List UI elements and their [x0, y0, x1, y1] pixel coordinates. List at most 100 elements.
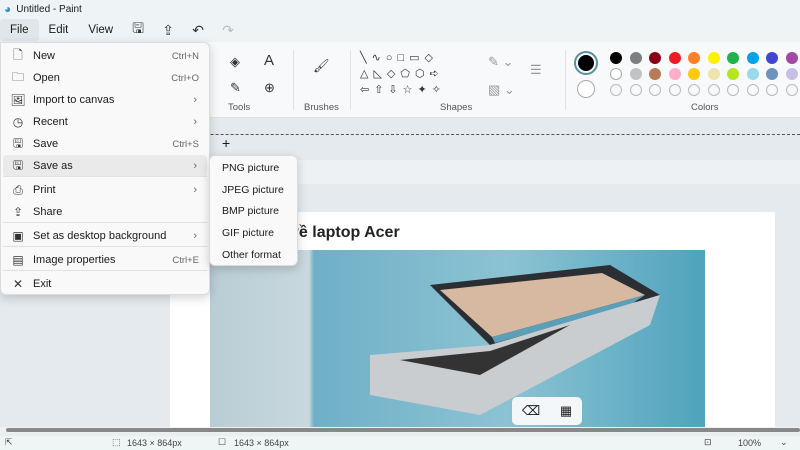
- share-icon[interactable]: ⇪: [153, 22, 183, 39]
- chevron-right-icon: ›: [193, 94, 197, 106]
- menu-file[interactable]: File: [0, 19, 39, 41]
- menu-item-label: Share: [33, 206, 63, 218]
- save-as-gif-picture[interactable]: GIF picture: [222, 222, 274, 244]
- file-menu-item-recent[interactable]: ◷ Recent ›: [3, 111, 207, 133]
- color-swatch[interactable]: [727, 68, 739, 80]
- file-menu-item-save[interactable]: 🖫 Save Ctrl+S: [3, 133, 207, 155]
- eraser-icon[interactable]: ⌫: [522, 403, 540, 419]
- exit-icon: ✕: [12, 277, 24, 291]
- color-swatch[interactable]: [727, 52, 739, 64]
- color-swatch[interactable]: [610, 68, 622, 80]
- color-swatch[interactable]: [707, 52, 720, 64]
- pointer-icon: ⇱: [5, 437, 13, 447]
- color-swatch[interactable]: [649, 52, 661, 64]
- outline-icon[interactable]: ✎ ⌄: [488, 54, 513, 70]
- share-icon: ⇪: [12, 205, 24, 219]
- color-swatch[interactable]: [629, 52, 642, 64]
- zoom-select[interactable]: 100%: [738, 438, 761, 448]
- save-as-bmp-picture[interactable]: BMP picture: [222, 200, 279, 222]
- save-icon[interactable]: 🖫: [123, 18, 153, 42]
- color-swatch[interactable]: [668, 68, 681, 80]
- shortcut-label: Ctrl+N: [171, 50, 199, 62]
- file-menu-item-open[interactable]: 🗀 Open Ctrl+O: [3, 67, 207, 89]
- add-tab-button[interactable]: +: [222, 135, 230, 151]
- brush-icon[interactable]: 🖌: [313, 58, 330, 74]
- secondary-color[interactable]: [577, 80, 595, 98]
- save-as-other-format[interactable]: Other format: [222, 244, 281, 266]
- text-icon[interactable]: A: [264, 52, 274, 69]
- fill-shape-icon[interactable]: ▧ ⌄: [488, 82, 515, 98]
- save-as-png-picture[interactable]: PNG picture: [222, 157, 279, 179]
- chevron-down-icon[interactable]: ⌄: [780, 437, 788, 448]
- menu-item-label: Image properties: [33, 254, 116, 266]
- color-swatch[interactable]: [688, 84, 700, 96]
- menu-item-label: Set as desktop background: [33, 230, 167, 242]
- color-swatch[interactable]: [610, 84, 622, 96]
- color-swatch[interactable]: [707, 84, 720, 96]
- undo-icon[interactable]: ↶: [183, 22, 213, 39]
- color-swatch[interactable]: [766, 84, 778, 96]
- color-swatch[interactable]: [746, 52, 759, 64]
- redo-icon[interactable]: ↷: [213, 22, 243, 39]
- file-menu-item-set-as-desktop-background[interactable]: ▣ Set as desktop background ›: [3, 225, 207, 247]
- brushes-label: Brushes: [304, 102, 339, 113]
- file-menu: 🗋 New Ctrl+N 🗀 Open Ctrl+O 🖼 Import to canvas › ◷…: [0, 42, 210, 295]
- magnifier-icon[interactable]: ⊕: [264, 80, 275, 96]
- image-properties-icon: ▤: [12, 253, 24, 267]
- color-swatch[interactable]: [766, 52, 778, 64]
- color-swatch[interactable]: [746, 84, 759, 96]
- shapes-label: Shapes: [440, 102, 473, 113]
- color-swatch[interactable]: [649, 68, 661, 80]
- save-icon: 🖫: [12, 135, 24, 150]
- color-swatch[interactable]: [610, 52, 622, 64]
- canvas-size: 1643 × 864px: [234, 438, 289, 448]
- page-heading: về laptop Acer: [290, 224, 400, 241]
- file-menu-item-print[interactable]: ⎙ Print ›: [3, 179, 207, 201]
- color-swatch[interactable]: [785, 84, 798, 96]
- color-swatch[interactable]: [649, 84, 661, 96]
- file-menu-item-share[interactable]: ⇪ Share: [3, 201, 207, 223]
- image-tools-popup: ⌫ ▦: [512, 397, 582, 425]
- file-menu-item-import-to-canvas[interactable]: 🖼 Import to canvas ›: [3, 89, 207, 111]
- color-swatch[interactable]: [746, 68, 759, 80]
- menu-item-label: Import to canvas: [33, 94, 115, 106]
- background-remove-icon[interactable]: ▦: [560, 403, 572, 419]
- color-swatch[interactable]: [785, 52, 798, 64]
- color-swatch[interactable]: [668, 84, 681, 96]
- color-swatch[interactable]: [688, 52, 700, 64]
- shortcut-label: Ctrl+O: [171, 72, 199, 84]
- color-swatch[interactable]: [727, 84, 739, 96]
- color-swatch[interactable]: [707, 68, 720, 80]
- primary-color[interactable]: [574, 51, 598, 75]
- file-menu-item-new[interactable]: 🗋 New Ctrl+N: [3, 45, 207, 67]
- open-folder-icon: 🗀: [11, 69, 24, 84]
- file-menu-item-save-as[interactable]: 🖫 Save as ›: [3, 155, 207, 177]
- color-swatch[interactable]: [629, 84, 642, 96]
- save-as-jpeg-picture[interactable]: JPEG picture: [222, 179, 284, 201]
- shortcut-label: Ctrl+E: [172, 254, 199, 266]
- fill-icon[interactable]: ◈: [230, 54, 240, 70]
- canvas-size-icon: ☐: [218, 437, 227, 447]
- chevron-right-icon: ›: [193, 184, 197, 196]
- menu-item-label: New: [33, 50, 56, 62]
- color-swatch[interactable]: [688, 68, 700, 80]
- color-swatch[interactable]: [785, 68, 798, 80]
- shapes-gallery[interactable]: ╲∿○□▭◇ △◺◇⬠⬡➪ ⇦⇧⇩☆✦✧: [360, 50, 470, 102]
- save-as-icon: 🖫: [12, 157, 24, 172]
- menu-edit[interactable]: Edit: [39, 19, 79, 41]
- color-picker-icon[interactable]: ✎: [230, 80, 241, 96]
- menu-view[interactable]: View: [78, 19, 123, 41]
- file-menu-item-image-properties[interactable]: ▤ Image properties Ctrl+E: [3, 249, 207, 271]
- save-as-submenu: PNG picture JPEG picture BMP picture GIF pi…: [209, 155, 298, 266]
- fit-to-window-icon[interactable]: ⊡: [704, 437, 712, 448]
- color-swatch[interactable]: [668, 52, 681, 64]
- size-icon[interactable]: ☰: [530, 62, 542, 78]
- menu-item-label: Print: [33, 184, 56, 196]
- horizontal-scrollbar[interactable]: [0, 427, 800, 433]
- paint-app-icon: ◕: [4, 2, 12, 16]
- status-bar: ⇱ ⬚ 1643 × 864px ☐ 1643 × 864px ⊡ 100% ⌄: [0, 436, 800, 450]
- file-menu-item-exit[interactable]: ✕ Exit: [3, 273, 207, 295]
- color-swatch[interactable]: [766, 68, 778, 80]
- color-swatch[interactable]: [629, 68, 642, 80]
- chevron-right-icon: ›: [193, 116, 197, 128]
